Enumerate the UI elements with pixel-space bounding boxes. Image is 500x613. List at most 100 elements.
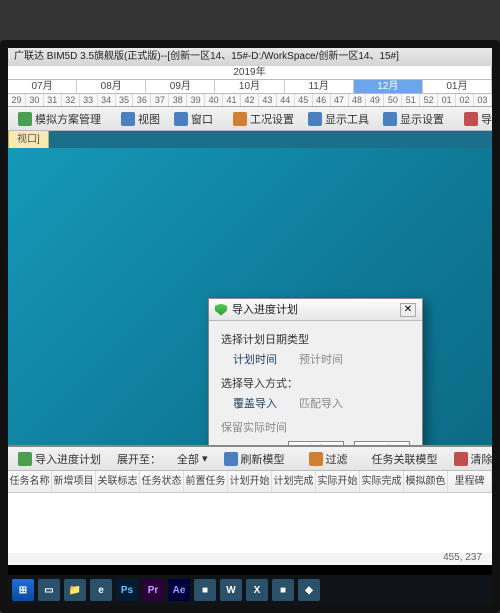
window-label: 窗口 [191,111,213,127]
timeline-weeks-row[interactable]: 2930313233343536373839404142434445464748… [8,94,492,106]
clear-assoc-label: 清除关联 [471,451,492,467]
import-icon [18,452,32,466]
photoshop-icon[interactable]: Ps [116,579,138,601]
timeline-week[interactable]: 52 [420,94,438,106]
edge-icon[interactable]: e [90,579,112,601]
window-button[interactable]: 窗口 [170,109,217,129]
table-column-header[interactable]: 计划完成 [272,471,316,492]
show-settings-label: 显示设置 [400,111,444,127]
timeline-week[interactable]: 45 [295,94,313,106]
show-tools-label: 显示工具 [325,111,369,127]
work-settings-button[interactable]: 工况设置 [229,109,298,129]
table-column-header[interactable]: 计划开始 [228,471,272,492]
table-column-header[interactable]: 任务状态 [140,471,184,492]
sim-mgmt-button[interactable]: 模拟方案管理 [14,109,105,129]
filter-button[interactable]: 过滤 [305,449,352,469]
show-tools-button[interactable]: 显示工具 [304,109,373,129]
timeline-week[interactable]: 46 [313,94,331,106]
dialog-titlebar[interactable]: 导入进度计划 ✕ [209,299,422,321]
table-column-header[interactable]: 前置任务 [184,471,228,492]
app-screen: 广联达 BIM5D 3.5旗舰版(正式版)--[创新一区14、15#-D:/Wo… [8,48,492,565]
table-column-header[interactable]: 里程碑 [448,471,492,492]
view-label: 视图 [138,111,160,127]
table-body[interactable] [8,493,492,553]
timeline-month[interactable]: 07月 [8,80,77,93]
status-coords: 455, 237 [443,552,482,563]
cube-icon[interactable]: ◆ [298,579,320,601]
timeline-week[interactable]: 32 [62,94,80,106]
timeline-week[interactable]: 41 [223,94,241,106]
timeline-month[interactable]: 09月 [146,80,215,93]
timeline-week[interactable]: 36 [133,94,151,106]
timeline-month[interactable]: 11月 [285,80,354,93]
timeline-week[interactable]: 47 [331,94,349,106]
refresh-model-button[interactable]: 刷新模型 [220,449,289,469]
shield-icon [215,304,227,316]
table-column-header[interactable]: 实际开始 [316,471,360,492]
radio-match-import[interactable]: 匹配导入 [299,395,343,411]
assoc-model-label: 任务关联模型 [372,451,438,467]
timeline-week[interactable]: 48 [349,94,367,106]
export-video-label: 导出视频 [481,111,492,127]
timeline-year: 2019年 [8,66,492,79]
table-column-header[interactable]: 实际完成 [360,471,404,492]
table-column-header[interactable]: 模拟颜色 [404,471,448,492]
timeline-week[interactable]: 37 [151,94,169,106]
import-plan-button[interactable]: 导入进度计划 [14,449,105,469]
checkbox-keep-actual[interactable]: 保留实际时间 [221,419,410,435]
timeline-month[interactable]: 01月 [423,80,492,93]
timeline-month[interactable]: 08月 [77,80,146,93]
tools-icon [308,112,322,126]
timeline-month[interactable]: 12月 [354,80,423,93]
app2-icon[interactable]: ■ [272,579,294,601]
export-video-button[interactable]: 导出视频 [460,109,492,129]
timeline-week[interactable]: 30 [26,94,44,106]
timeline-week[interactable]: 29 [8,94,26,106]
timeline-week[interactable]: 02 [456,94,474,106]
radio-plan-time[interactable]: 计划时间 [233,351,277,367]
start-button[interactable]: ⊞ [12,579,34,601]
section-date-type: 选择计划日期类型 [221,331,410,347]
table-column-header[interactable]: 任务名称 [8,471,52,492]
table-header: 任务名称新增项目关联标志任务状态前置任务计划开始计划完成实际开始实际完成模拟颜色… [8,471,492,493]
table-column-header[interactable]: 关联标志 [96,471,140,492]
assoc-model-button[interactable]: 任务关联模型 [368,449,442,469]
timeline-week[interactable]: 42 [241,94,259,106]
window-icon [174,112,188,126]
viewport-tab[interactable]: 视口] [8,131,49,149]
excel-icon[interactable]: X [246,579,268,601]
refresh-label: 刷新模型 [241,451,285,467]
clear-assoc-button[interactable]: 清除关联 [450,449,492,469]
timeline-week[interactable]: 39 [187,94,205,106]
timeline-week[interactable]: 51 [402,94,420,106]
timeline-week[interactable]: 50 [384,94,402,106]
timeline-week[interactable]: 38 [169,94,187,106]
timeline-week[interactable]: 03 [474,94,492,106]
taskview-icon[interactable]: ▭ [38,579,60,601]
timeline-week[interactable]: 40 [205,94,223,106]
table-column-header[interactable]: 新增项目 [52,471,96,492]
word-icon[interactable]: W [220,579,242,601]
timeline-month[interactable]: 10月 [215,80,284,93]
timeline-months-row[interactable]: 07月08月09月10月11月12月01月 [8,80,492,94]
panel-toolbar: 导入进度计划 展开至： 全部 ▾ 刷新模型 过滤 任务关联模型 清除关联 选中任… [8,447,492,471]
timeline-week[interactable]: 49 [366,94,384,106]
timeline-week[interactable]: 43 [259,94,277,106]
dialog-close-button[interactable]: ✕ [400,303,416,317]
timeline-week[interactable]: 34 [98,94,116,106]
show-settings-button[interactable]: 显示设置 [379,109,448,129]
radio-overwrite-import[interactable]: 覆盖导入 [233,395,277,411]
timeline-week[interactable]: 33 [80,94,98,106]
aftereffects-icon[interactable]: Ae [168,579,190,601]
premiere-icon[interactable]: Pr [142,579,164,601]
timeline-week[interactable]: 31 [44,94,62,106]
timeline-week[interactable]: 01 [438,94,456,106]
filter-label: 过滤 [326,451,348,467]
expand-to-dropdown[interactable]: 全部 ▾ [173,449,212,469]
app-icon[interactable]: ■ [194,579,216,601]
timeline-week[interactable]: 35 [116,94,134,106]
view-button[interactable]: 视图 [117,109,164,129]
explorer-icon[interactable]: 📁 [64,579,86,601]
timeline-week[interactable]: 44 [277,94,295,106]
radio-expected-time[interactable]: 预计时间 [299,351,343,367]
